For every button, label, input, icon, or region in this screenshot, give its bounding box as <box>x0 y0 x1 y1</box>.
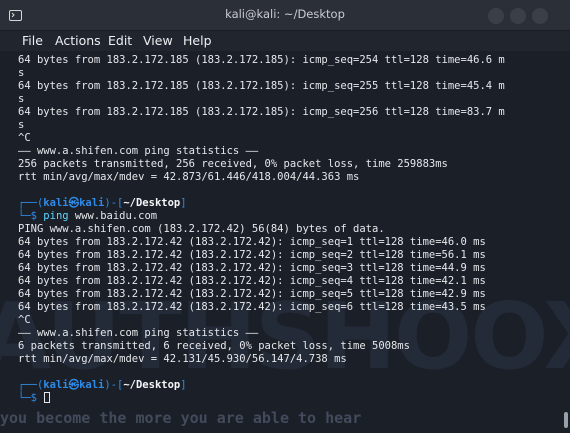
prompt-bracket: )-[ <box>104 379 124 391</box>
prompt-command-line: └─$ ping www.baidu.com <box>18 210 505 223</box>
output-line: 64 bytes from 183.2.172.42 (183.2.172.42… <box>18 288 486 300</box>
prompt-bracket: ┌──( <box>18 197 44 209</box>
prompt-user-host: kali㉿kali <box>43 379 105 391</box>
output-line: s <box>18 93 25 105</box>
output-line: —— www.a.shifen.com ping statistics —— <box>18 327 259 339</box>
output-line: 64 bytes from 183.2.172.185 (183.2.172.1… <box>18 106 505 118</box>
prompt-bracket: ] <box>180 197 187 209</box>
output-line: 64 bytes from 183.2.172.42 (183.2.172.42… <box>18 275 486 287</box>
menu-help[interactable]: Help <box>183 33 212 48</box>
text-cursor[interactable] <box>44 392 51 403</box>
output-line: 64 bytes from 183.2.172.42 (183.2.172.42… <box>18 262 486 274</box>
output-line: 256 packets transmitted, 256 received, 0… <box>18 158 448 170</box>
output-line: 6 packets transmitted, 6 received, 0% pa… <box>18 340 410 352</box>
maximize-button[interactable] <box>510 8 526 24</box>
terminal-lines: 64 bytes from 183.2.172.185 (183.2.172.1… <box>18 54 505 405</box>
output-line: 64 bytes from 183.2.172.185 (183.2.172.1… <box>18 80 505 92</box>
output-line: s <box>18 119 25 131</box>
menu-edit[interactable]: Edit <box>108 33 132 48</box>
menu-view[interactable]: View <box>143 33 173 48</box>
scrollbar[interactable] <box>564 412 568 428</box>
terminal-window: kali@kali: ~/Desktop File Actions Edit V… <box>0 0 570 433</box>
prompt-path: ~/Desktop <box>123 197 181 209</box>
output-line: 64 bytes from 183.2.172.185 (183.2.172.1… <box>18 54 505 66</box>
output-line: 64 bytes from 183.2.172.42 (183.2.172.42… <box>18 301 486 313</box>
command-name: ping <box>43 210 69 222</box>
close-button[interactable] <box>532 8 548 24</box>
menu-file[interactable]: File <box>22 33 43 48</box>
output-line: ^C <box>18 132 31 144</box>
wallpaper-tagline: you become the more you are able to hear <box>0 409 362 427</box>
command-args: www.baidu.com <box>68 210 158 222</box>
terminal-output[interactable]: AUTHSHOOX you become the more you are ab… <box>0 51 570 433</box>
output-line: ^C <box>18 314 31 326</box>
prompt-bracket: ┌──( <box>18 379 44 391</box>
menu-bar: File Actions Edit View Help <box>0 31 570 51</box>
prompt-header: ┌──(kali㉿kali)-[~/Desktop] <box>18 379 505 392</box>
output-line: 64 bytes from 183.2.172.42 (183.2.172.42… <box>18 236 486 248</box>
prompt-arrow: └─$ <box>18 392 44 404</box>
title-bar: kali@kali: ~/Desktop <box>0 0 570 31</box>
prompt-header: ┌──(kali㉿kali)-[~/Desktop] <box>18 197 505 210</box>
output-line: 64 bytes from 183.2.172.42 (183.2.172.42… <box>18 249 486 261</box>
output-line: s <box>18 67 25 79</box>
prompt-user-host: kali㉿kali <box>43 197 105 209</box>
prompt-bracket: ] <box>180 379 187 391</box>
output-line: rtt min/avg/max/mdev = 42.873/61.446/418… <box>18 171 360 183</box>
window-title: kali@kali: ~/Desktop <box>225 7 345 21</box>
output-line: rtt min/avg/max/mdev = 42.131/45.930/56.… <box>18 353 347 365</box>
prompt-command-line: └─$ <box>18 392 505 405</box>
menu-actions[interactable]: Actions <box>55 33 101 48</box>
prompt-bracket: )-[ <box>104 197 124 209</box>
minimize-button[interactable] <box>488 8 504 24</box>
prompt-arrow: └─$ <box>18 210 44 222</box>
prompt-path: ~/Desktop <box>123 379 181 391</box>
output-line: PING www.a.shifen.com (183.2.172.42) 56(… <box>18 223 385 235</box>
output-line: —— www.a.shifen.com ping statistics —— <box>18 145 259 157</box>
